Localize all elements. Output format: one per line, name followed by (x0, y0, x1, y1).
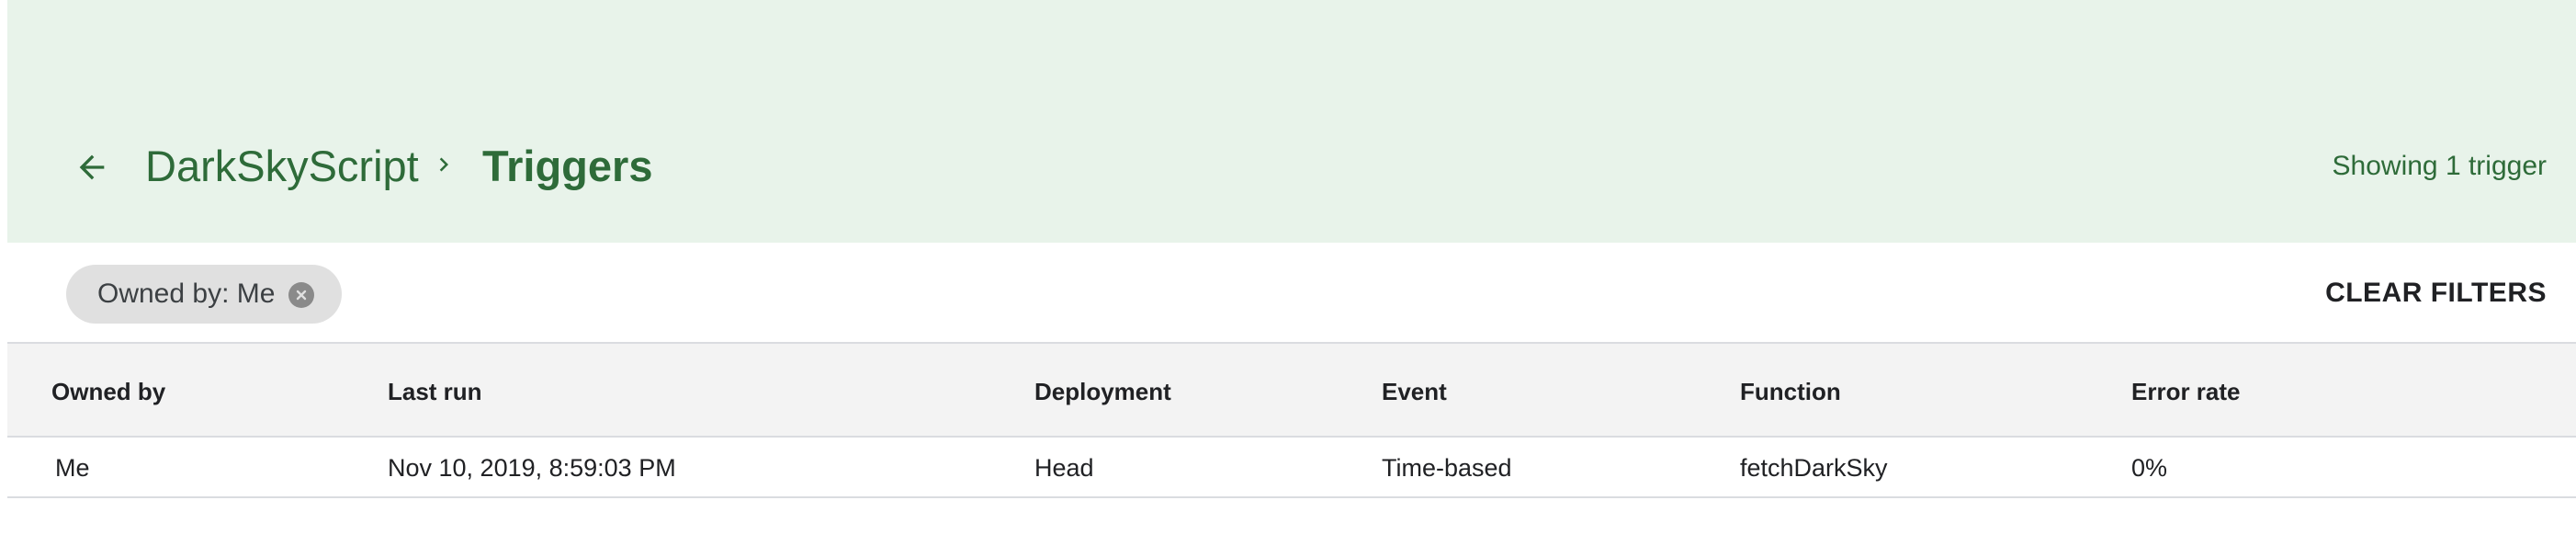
clear-filters-button[interactable]: CLEAR FILTERS (2325, 276, 2547, 311)
triggers-table: Owned by Last run Deployment Event Funct… (7, 344, 2576, 498)
cell-deployment: Head (1034, 454, 1094, 482)
column-header-error-rate[interactable]: Error rate (2131, 377, 2241, 406)
cell-function: fetchDarkSky (1740, 454, 1888, 482)
column-header-last-run[interactable]: Last run (388, 377, 482, 406)
column-header-owned-by[interactable]: Owned by (51, 377, 165, 406)
trigger-count: Showing 1 trigger (2332, 151, 2547, 181)
table-header: Owned by Last run Deployment Event Funct… (7, 344, 2576, 438)
page-title: Triggers (482, 142, 653, 190)
breadcrumb-project-link[interactable]: DarkSkyScript (145, 139, 419, 194)
back-button[interactable] (70, 145, 114, 189)
page-header: DarkSkyScript Triggers Showing 1 trigger (7, 0, 2576, 243)
table-row[interactable]: Me Nov 10, 2019, 8:59:03 PM Head Time-ba… (7, 438, 2576, 498)
cell-owned-by: Me (55, 454, 90, 482)
cell-event: Time-based (1382, 454, 1512, 482)
arrow-back-icon (79, 154, 105, 180)
chevron-right-icon (430, 151, 458, 178)
filter-chip-label: Owned by: Me (97, 279, 276, 309)
column-header-function[interactable]: Function (1740, 377, 1841, 406)
column-header-deployment[interactable]: Deployment (1034, 377, 1171, 406)
cell-last-run: Nov 10, 2019, 8:59:03 PM (388, 454, 676, 482)
cell-error-rate: 0% (2131, 454, 2168, 482)
close-circle-icon[interactable] (288, 282, 314, 308)
owner-filter-chip[interactable]: Owned by: Me (66, 265, 342, 324)
filter-bar: Owned by: Me CLEAR FILTERS (7, 243, 2576, 344)
column-header-event[interactable]: Event (1382, 377, 1447, 406)
